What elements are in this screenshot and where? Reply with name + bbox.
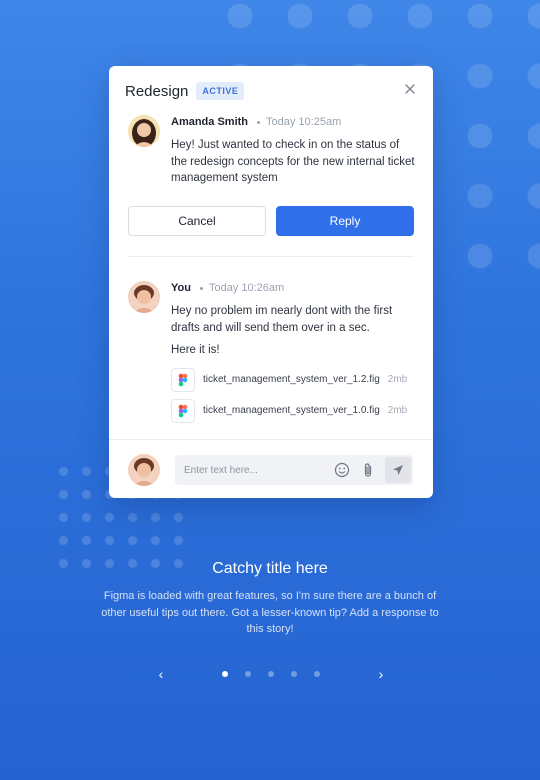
separator-dot [257, 120, 261, 124]
message-text: Hey! Just wanted to check in on the stat… [171, 139, 415, 184]
attachment-icon[interactable] [359, 461, 377, 479]
reply-button[interactable]: Reply [276, 206, 414, 236]
avatar [128, 281, 160, 313]
message-composer [175, 455, 413, 485]
emoji-icon[interactable] [333, 461, 351, 479]
pager-dot[interactable] [222, 671, 228, 677]
cancel-button[interactable]: Cancel [128, 206, 266, 236]
promo-body: Figma is loaded with great features, so … [101, 590, 439, 635]
next-button[interactable]: › [371, 664, 391, 684]
card-title: Redesign [125, 82, 189, 100]
divider [128, 256, 414, 257]
divider [109, 439, 433, 440]
card-header: Redesign ACTIVE [125, 80, 417, 102]
message-text: Hey no problem im nearly dont with the f… [171, 305, 393, 334]
pager-dot[interactable] [245, 671, 251, 677]
figma-file-icon [171, 398, 195, 423]
separator-dot [199, 286, 203, 290]
attachment-item[interactable]: ticket_management_system_ver_1.0.fig 2mb [171, 398, 417, 424]
attachment-item[interactable]: ticket_management_system_ver_1.2.fig 2mb [171, 367, 417, 393]
comment-thread-card: Redesign ACTIVE Amanda Smith Today 10:25… [109, 66, 433, 498]
attachment-size: 2mb [387, 374, 408, 385]
message-input[interactable] [184, 464, 324, 476]
previous-button[interactable]: ‹ [151, 664, 171, 684]
pager-dots [222, 671, 320, 677]
message-timestamp: Today 10:25am [266, 116, 342, 128]
attachment-size: 2mb [387, 405, 408, 416]
pager-dot[interactable] [268, 671, 274, 677]
carousel-pager: ‹ › [0, 664, 540, 684]
promo-title: Catchy title here [212, 560, 328, 577]
message-author: Amanda Smith [171, 116, 249, 128]
message-text: Here it is! [171, 344, 220, 356]
message-timestamp: Today 10:26am [208, 282, 285, 294]
figma-file-icon [171, 367, 195, 392]
message-author: You [171, 282, 191, 294]
close-icon[interactable] [403, 82, 417, 96]
status-badge: ACTIVE [196, 82, 245, 100]
message-item: Amanda Smith Today 10:25am Hey! Just wan… [128, 115, 417, 187]
attachment-name: ticket_management_system_ver_1.2.fig [203, 374, 380, 385]
attachment-name: ticket_management_system_ver_1.0.fig [203, 405, 380, 416]
avatar [128, 115, 160, 147]
attachments-list: ticket_management_system_ver_1.2.fig 2mb… [171, 367, 417, 424]
pager-dot[interactable] [314, 671, 320, 677]
message-item: You Today 10:26am Hey no problem im near… [128, 281, 417, 429]
avatar [128, 454, 160, 486]
send-icon[interactable] [385, 457, 411, 483]
action-buttons: Cancel Reply [128, 206, 414, 236]
pager-dot[interactable] [291, 671, 297, 677]
